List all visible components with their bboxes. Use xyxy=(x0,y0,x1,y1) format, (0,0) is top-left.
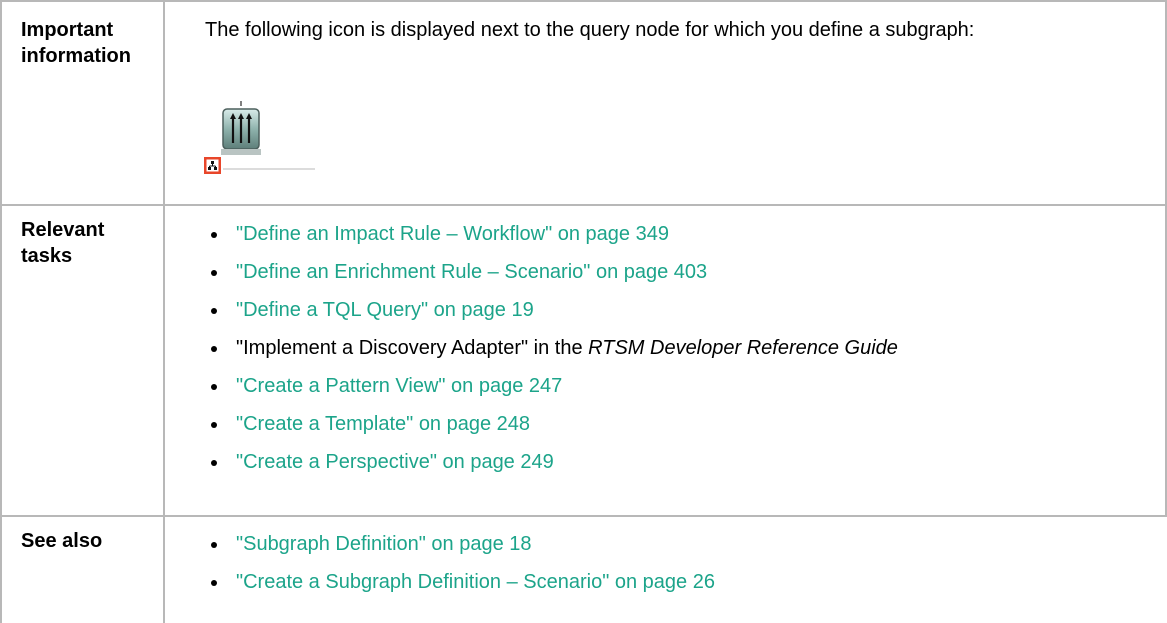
row-label-relevant-tasks: Relevant tasks xyxy=(21,219,105,267)
link-create-subgraph-definition-scenario[interactable]: "Create a Subgraph Definition – Scenario… xyxy=(236,571,715,593)
relevant-tasks-list: "Define an Impact Rule – Workflow" on pa… xyxy=(205,217,898,483)
table-border-left xyxy=(0,0,2,623)
important-information-text: The following icon is displayed next to … xyxy=(205,19,975,41)
list-item[interactable]: "Define a TQL Query" on page 19 xyxy=(205,293,898,331)
link-create-pattern-view[interactable]: "Create a Pattern View" on page 247 xyxy=(236,375,562,397)
table-border-top xyxy=(0,0,1167,2)
list-item[interactable]: "Define an Enrichment Rule – Scenario" o… xyxy=(205,255,898,293)
column-divider xyxy=(163,0,165,623)
row-label-see-also: See also xyxy=(21,530,103,552)
link-create-template[interactable]: "Create a Template" on page 248 xyxy=(236,413,530,435)
list-item[interactable]: "Subgraph Definition" on page 18 xyxy=(205,527,715,565)
list-item[interactable]: "Create a Perspective" on page 249 xyxy=(205,445,898,483)
list-item[interactable]: "Create a Pattern View" on page 247 xyxy=(205,369,898,407)
link-define-tql-query[interactable]: "Define a TQL Query" on page 19 xyxy=(236,299,534,321)
row-divider-2 xyxy=(0,515,1167,517)
query-node-with-subgraph-icon xyxy=(203,99,323,179)
link-define-enrichment-rule-scenario[interactable]: "Define an Enrichment Rule – Scenario" o… xyxy=(236,261,707,283)
row-label-important-information: Important information xyxy=(21,19,131,67)
link-define-impact-rule-workflow[interactable]: "Define an Impact Rule – Workflow" on pa… xyxy=(236,223,669,245)
developer-guide-title: RTSM Developer Reference Guide xyxy=(588,337,898,359)
list-item: "Implement a Discovery Adapter" in the R… xyxy=(205,331,898,369)
list-item[interactable]: "Create a Template" on page 248 xyxy=(205,407,898,445)
list-item[interactable]: "Create a Subgraph Definition – Scenario… xyxy=(205,565,715,603)
implement-discovery-adapter-text: "Implement a Discovery Adapter" in the xyxy=(236,337,589,359)
link-subgraph-definition[interactable]: "Subgraph Definition" on page 18 xyxy=(236,533,532,555)
row-divider-1 xyxy=(0,204,1167,206)
see-also-list: "Subgraph Definition" on page 18 "Create… xyxy=(205,527,715,603)
info-table: Important information The following icon… xyxy=(0,0,1167,623)
link-create-perspective[interactable]: "Create a Perspective" on page 249 xyxy=(236,451,554,473)
list-item[interactable]: "Define an Impact Rule – Workflow" on pa… xyxy=(205,217,898,255)
